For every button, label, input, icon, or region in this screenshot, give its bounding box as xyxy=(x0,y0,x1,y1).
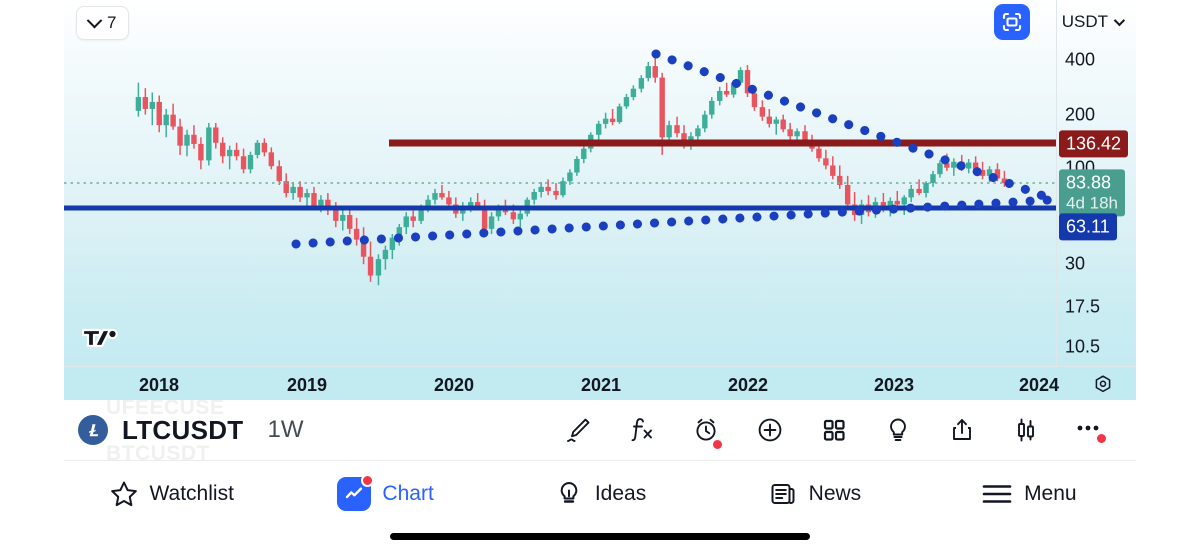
last-price-badge[interactable]: 83.88 4d 18h xyxy=(1059,169,1125,217)
symbol-timeframe[interactable]: 1W xyxy=(268,416,304,444)
alerts-button[interactable] xyxy=(674,401,738,459)
price-tick: 10.5 xyxy=(1065,336,1101,357)
price-tick: 400 xyxy=(1065,49,1096,70)
layouts-grid-icon xyxy=(823,419,845,441)
add-plus-icon xyxy=(758,418,782,442)
tab-label: Menu xyxy=(1024,481,1077,505)
ideas-bulb-icon xyxy=(890,418,906,441)
resistance-price-badge[interactable]: 136.42 xyxy=(1059,130,1129,158)
fullscreen-button[interactable] xyxy=(994,4,1030,40)
symbol-toolbar: UFEECUSE BTCUSDT LTCUSDT 1W xyxy=(64,400,1136,460)
chart-type-button[interactable] xyxy=(994,401,1058,459)
last-price-value: 83.88 xyxy=(1066,172,1112,193)
alert-badge-dot xyxy=(713,440,722,449)
lightbulb-icon xyxy=(560,481,578,503)
time-scale[interactable]: 2018 2019 2020 2021 2022 2023 2024 xyxy=(64,366,1136,400)
hamburger-icon xyxy=(982,484,1012,503)
time-tick: 2022 xyxy=(727,375,769,395)
resistance-price-value: 136.42 xyxy=(1066,133,1122,154)
ideas-button[interactable] xyxy=(866,401,930,459)
price-scale[interactable]: 400 200 100 30 17.5 10.5 136.42 83.88 4d… xyxy=(1056,0,1136,366)
price-tick: 30 xyxy=(1065,253,1086,274)
tab-ideas[interactable]: Ideas xyxy=(493,461,707,526)
time-tick: 2024 xyxy=(1018,375,1060,395)
time-tick: 2023 xyxy=(873,375,915,395)
chart-tools-row xyxy=(546,401,1136,459)
time-tick: 2021 xyxy=(580,375,622,395)
ghost-text-above: UFEECUSE xyxy=(106,400,225,419)
newspaper-icon xyxy=(771,483,795,504)
chart-plot-area[interactable] xyxy=(64,0,1056,366)
tab-label: Watchlist xyxy=(149,481,234,505)
currency-label: USDT xyxy=(1061,12,1108,31)
more-badge-dot xyxy=(1097,434,1106,443)
price-chart-svg xyxy=(64,49,1056,286)
indicators-fx-icon xyxy=(631,418,652,442)
chevron-down-icon xyxy=(86,12,103,28)
litecoin-icon xyxy=(78,415,108,445)
countdown-value: 4d 18h xyxy=(1066,193,1118,213)
share-button[interactable] xyxy=(930,401,994,459)
home-indicator xyxy=(390,533,810,540)
chart-panel[interactable]: 7 USDT 400 200 100 30 17.5 10.5 136.42 8… xyxy=(64,0,1136,400)
tab-watchlist[interactable]: Watchlist xyxy=(64,461,278,526)
add-button[interactable] xyxy=(738,401,802,459)
chart-type-candles-icon xyxy=(1018,418,1034,442)
price-tick: 200 xyxy=(1065,104,1096,125)
chevron-down-icon xyxy=(1113,14,1126,27)
time-tick: 2018 xyxy=(138,375,180,395)
more-button[interactable] xyxy=(1058,401,1122,459)
chart-app-icon xyxy=(337,473,375,511)
tradingview-watermark xyxy=(81,327,126,358)
tab-chart[interactable]: Chart xyxy=(278,461,492,526)
draw-tools-icon xyxy=(567,418,590,442)
tab-label: News xyxy=(808,481,862,505)
interval-dropdown[interactable]: 7 xyxy=(76,6,130,40)
chart-settings-button[interactable] xyxy=(1092,374,1114,400)
time-tick: 2020 xyxy=(433,375,475,395)
interval-value: 7 xyxy=(107,13,117,32)
indicators-button[interactable] xyxy=(610,401,674,459)
support-price-badge[interactable]: 63.11 xyxy=(1059,213,1117,241)
draw-tools-button[interactable] xyxy=(546,401,610,459)
tab-menu[interactable]: Menu xyxy=(922,461,1136,526)
support-price-value: 63.11 xyxy=(1066,216,1110,237)
tab-label: Ideas xyxy=(594,481,647,505)
price-tick: 17.5 xyxy=(1065,296,1101,317)
time-tick: 2019 xyxy=(286,375,328,395)
currency-dropdown[interactable]: USDT xyxy=(1056,4,1128,40)
descending-trendline xyxy=(651,49,1054,203)
tab-news[interactable]: News xyxy=(707,461,921,526)
star-icon xyxy=(110,481,137,506)
ghost-text-below: BTCUSDT xyxy=(106,442,210,460)
fullscreen-expand-icon xyxy=(1002,12,1022,32)
chart-settings-gear-icon xyxy=(1095,375,1111,393)
layouts-button[interactable] xyxy=(802,401,866,459)
candlestick-series xyxy=(135,58,1008,286)
bottom-navigation: Watchlist Chart Ideas News Menu xyxy=(64,460,1136,526)
share-icon xyxy=(953,419,971,440)
chart-badge-dot xyxy=(361,473,375,487)
tab-label: Chart xyxy=(382,481,434,505)
tradingview-mobile-screen: 7 USDT 400 200 100 30 17.5 10.5 136.42 8… xyxy=(0,0,1200,554)
